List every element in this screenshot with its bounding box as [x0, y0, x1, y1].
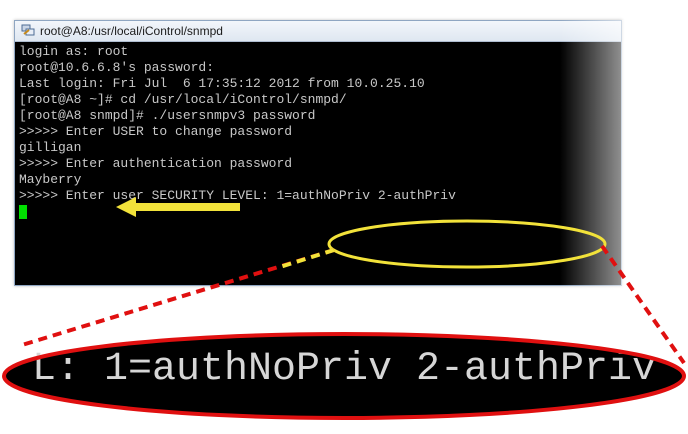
- terminal-cursor: [19, 205, 27, 219]
- window-titlebar[interactable]: root@A8:/usr/local/iControl/snmpd: [15, 21, 621, 42]
- terminal-line-security-level: >>>>> Enter user SECURITY LEVEL: 1=authN…: [19, 188, 456, 203]
- window-title: root@A8:/usr/local/iControl/snmpd: [40, 24, 223, 38]
- terminal-window[interactable]: root@A8:/usr/local/iControl/snmpd login …: [14, 20, 622, 286]
- terminal-line-auth-value: Mayberry: [19, 172, 82, 187]
- terminal-line-enter-user: >>>>> Enter USER to change password: [19, 124, 293, 139]
- terminal-line-password-prompt: root@10.6.6.8's password:: [19, 60, 215, 75]
- terminal-line-enter-auth: >>>>> Enter authentication password: [19, 156, 293, 171]
- terminal-line-last-login: Last login: Fri Jul 6 17:35:12 2012 from…: [19, 76, 425, 91]
- terminal-line-username: gilligan: [19, 140, 82, 155]
- putty-icon: [21, 24, 35, 36]
- terminal-line-command: [root@A8 snmpd]# ./usersnmpv3 password: [19, 108, 316, 123]
- terminal-line-login: login as: root: [19, 44, 129, 59]
- zoom-text: L: 1=authNoPriv 2-authPriv: [31, 347, 657, 392]
- terminal-line-cd: [root@A8 ~]# cd /usr/local/iControl/snmp…: [19, 92, 347, 107]
- terminal-screen[interactable]: login as: root root@10.6.6.8's password:…: [15, 42, 621, 285]
